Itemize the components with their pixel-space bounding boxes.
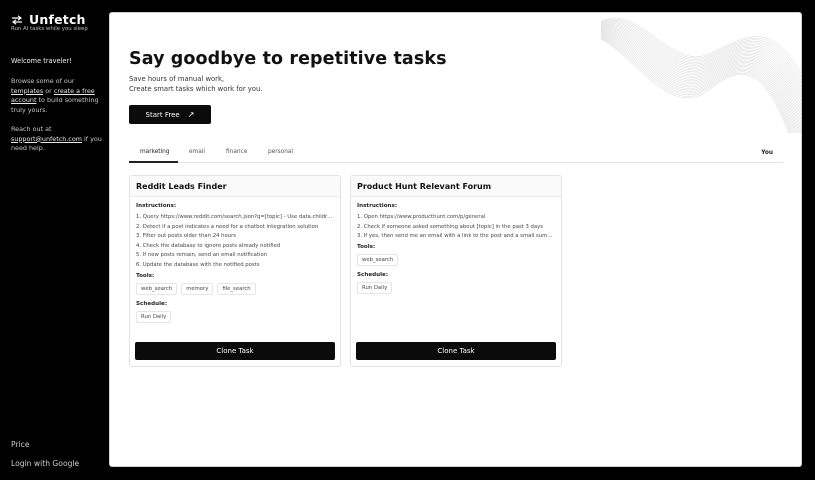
arrow-up-right-icon: ↗	[187, 110, 195, 119]
instruction-item: 3. Filter out posts older than 24 hours	[136, 233, 237, 240]
browse-prefix: Browse some of our	[11, 77, 75, 85]
tool-chip: web_search	[136, 282, 178, 295]
start-free-button[interactable]: Start Free ↗	[129, 105, 211, 124]
instructions-label: Instructions:	[357, 203, 398, 209]
instruction-item: 2. Detect if a post indicates a need for…	[136, 223, 319, 230]
wave-line	[601, 28, 801, 112]
browse-text: Browse some of our templates or create a…	[11, 77, 103, 115]
reach-prefix: Reach out at	[11, 125, 52, 133]
schedule-list: Run Daily	[136, 310, 334, 323]
instruction-item: 3. If yes, then send me an email with a …	[357, 233, 555, 240]
wave-line	[601, 20, 801, 81]
start-free-label: Start Free	[145, 110, 180, 119]
wave-line	[601, 35, 795, 133]
hero-subtitle-line2: Create smart tasks which work for you.	[129, 84, 263, 93]
schedule-chip: Run Daily	[357, 281, 393, 294]
tab-finance[interactable]: finance	[226, 149, 247, 155]
wave-line	[601, 19, 801, 77]
tab-marketing[interactable]: marketing	[140, 149, 170, 155]
schedule-label: Schedule:	[136, 300, 168, 307]
sidebar: Unfetch Run AI tasks while you sleep Wel…	[0, 0, 108, 480]
wave-decoration	[601, 18, 801, 133]
hero-title: Say goodbye to repetitive tasks	[129, 49, 447, 69]
instruction-item: 4. Check the database to ignore posts al…	[136, 242, 281, 249]
task-card: Reddit Leads Finder Instructions: 1. Que…	[129, 175, 341, 367]
wave-line	[601, 32, 801, 133]
tab-personal[interactable]: personal	[268, 149, 293, 155]
main-panel: Say goodbye to repetitive tasks Save hou…	[109, 12, 802, 467]
tools-label: Tools:	[357, 243, 376, 250]
instructions-list: 1. Open https://www.producthunt.com/p/ge…	[357, 213, 555, 242]
clone-task-button[interactable]: Clone Task	[356, 342, 556, 360]
instruction-item: 5. If new posts remain, send an email no…	[136, 252, 268, 259]
or-text: or	[45, 86, 52, 95]
arrows-swap-icon	[11, 14, 23, 25]
task-card: Product Hunt Relevant Forum Instructions…	[350, 175, 562, 367]
support-email-link[interactable]: support@unfetch.com	[11, 135, 82, 143]
wave-line	[601, 32, 800, 133]
card-body: Instructions: 1. Query https://www.reddi…	[130, 197, 340, 323]
tools-label: Tools:	[136, 272, 155, 279]
login-google-link[interactable]: Login with Google	[11, 459, 79, 468]
tool-chip: file_search	[217, 282, 256, 295]
instruction-item: 1. Query https://www.reddit.com/search.j…	[136, 214, 334, 220]
card-body: Instructions: 1. Open https://www.produc…	[351, 197, 561, 294]
tools-list: web_search	[357, 253, 555, 266]
card-title: Product Hunt Relevant Forum	[351, 176, 561, 197]
hero-subtitle: Save hours of manual work, Create smart …	[129, 75, 262, 95]
tool-chip: web_search	[357, 253, 399, 266]
instructions-list: 1. Query https://www.reddit.com/search.j…	[136, 213, 334, 271]
instruction-item: 2. Check if someone asked something abou…	[357, 223, 544, 230]
tab-email[interactable]: email	[189, 149, 205, 155]
price-link[interactable]: Price	[11, 440, 30, 449]
hero-subtitle-line1: Save hours of manual work,	[129, 75, 225, 83]
reach-text: Reach out at support@unfetch.com if you …	[11, 125, 103, 154]
schedule-chip: Run Daily	[136, 310, 172, 323]
schedule-label: Schedule:	[357, 271, 389, 278]
welcome-text: Welcome traveler!	[11, 57, 72, 65]
card-title: Reddit Leads Finder	[130, 176, 340, 197]
instructions-label: Instructions:	[136, 203, 177, 209]
tagline: Run AI tasks while you sleep	[11, 26, 88, 32]
active-tab-underline	[129, 161, 178, 163]
category-tabs: marketing email finance personal You	[129, 147, 783, 163]
tools-list: web_search memory file_search	[136, 282, 334, 295]
instruction-item: 6. Update the database with the notified…	[136, 261, 260, 268]
wave-line	[601, 30, 801, 126]
brand-name: Unfetch	[29, 12, 86, 27]
instruction-item: 1. Open https://www.producthunt.com/p/ge…	[357, 214, 486, 220]
wave-line	[601, 25, 801, 98]
wave-line	[601, 34, 796, 133]
schedule-list: Run Daily	[357, 281, 555, 294]
brand[interactable]: Unfetch	[11, 12, 86, 27]
tool-chip: memory	[181, 282, 214, 295]
templates-link[interactable]: templates	[11, 87, 43, 95]
tab-you[interactable]: You	[761, 150, 773, 156]
clone-task-button[interactable]: Clone Task	[135, 342, 335, 360]
